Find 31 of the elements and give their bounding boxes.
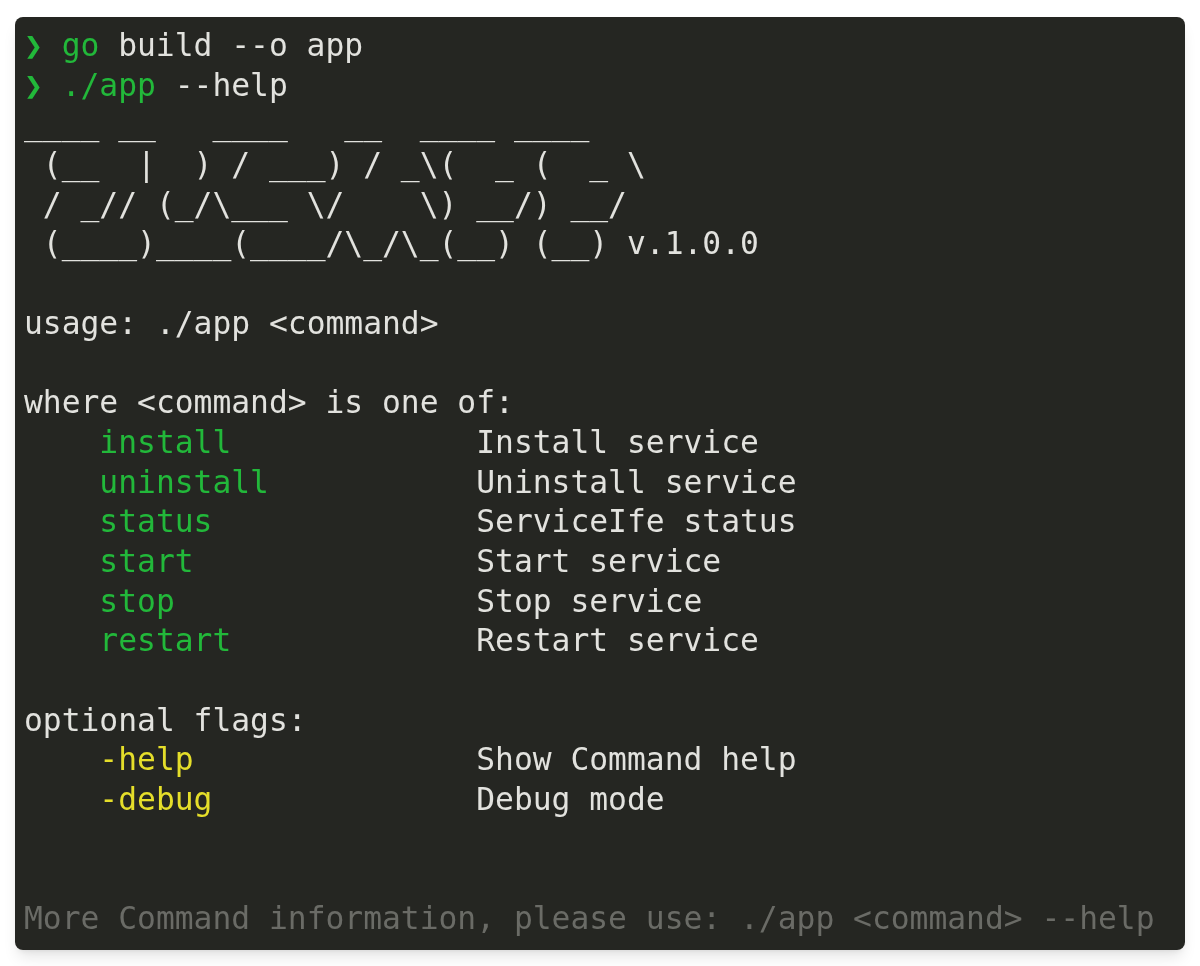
option-description: ServiceIfe status xyxy=(476,502,797,542)
option-description: Uninstall service xyxy=(476,462,797,502)
command-name: uninstall xyxy=(99,463,269,500)
prompt-symbol: ❯ xyxy=(24,65,44,105)
usage-line: usage: ./app <command> xyxy=(24,303,439,343)
command-args: build --o app xyxy=(118,26,364,65)
help-hint: More Command information, please use: ./app <command> --help xyxy=(24,899,1155,939)
command-args: --help xyxy=(174,65,288,105)
prompt-symbol: ❯ xyxy=(24,26,44,65)
option-description: Start service xyxy=(476,541,722,581)
command-name: status xyxy=(99,503,213,540)
version-label: v.1.0.0 xyxy=(626,224,759,264)
command-name: go xyxy=(61,26,100,65)
option-description: Stop service xyxy=(476,581,703,621)
flag-name: -debug xyxy=(99,781,213,818)
option-description: Debug mode xyxy=(476,780,665,820)
option-description: Show Command help xyxy=(476,740,797,780)
command-name: start xyxy=(99,542,194,579)
flag-name: -help xyxy=(99,741,194,778)
option-description: Install service xyxy=(476,422,759,462)
command-name: install xyxy=(99,423,232,460)
command-name: ./app xyxy=(61,65,156,105)
command-name: restart xyxy=(99,622,232,659)
ascii-art-text-line: / _// (_/\___ \/ \) __/) __/ xyxy=(41,184,627,225)
ascii-art-text-line: (____)____(____/\_/\_(__) (__) xyxy=(41,224,609,264)
command-name: stop xyxy=(99,582,175,619)
section-heading: optional flags: xyxy=(24,700,307,740)
ascii-art-text-line: ____ __ ____ __ ____ ____ xyxy=(24,105,590,145)
section-heading: where <command> is one of: xyxy=(24,383,514,423)
ascii-art-text-line: (__ | ) / ___) / _\( _ ( _ \ xyxy=(41,145,646,185)
option-description: Restart service xyxy=(476,621,759,661)
